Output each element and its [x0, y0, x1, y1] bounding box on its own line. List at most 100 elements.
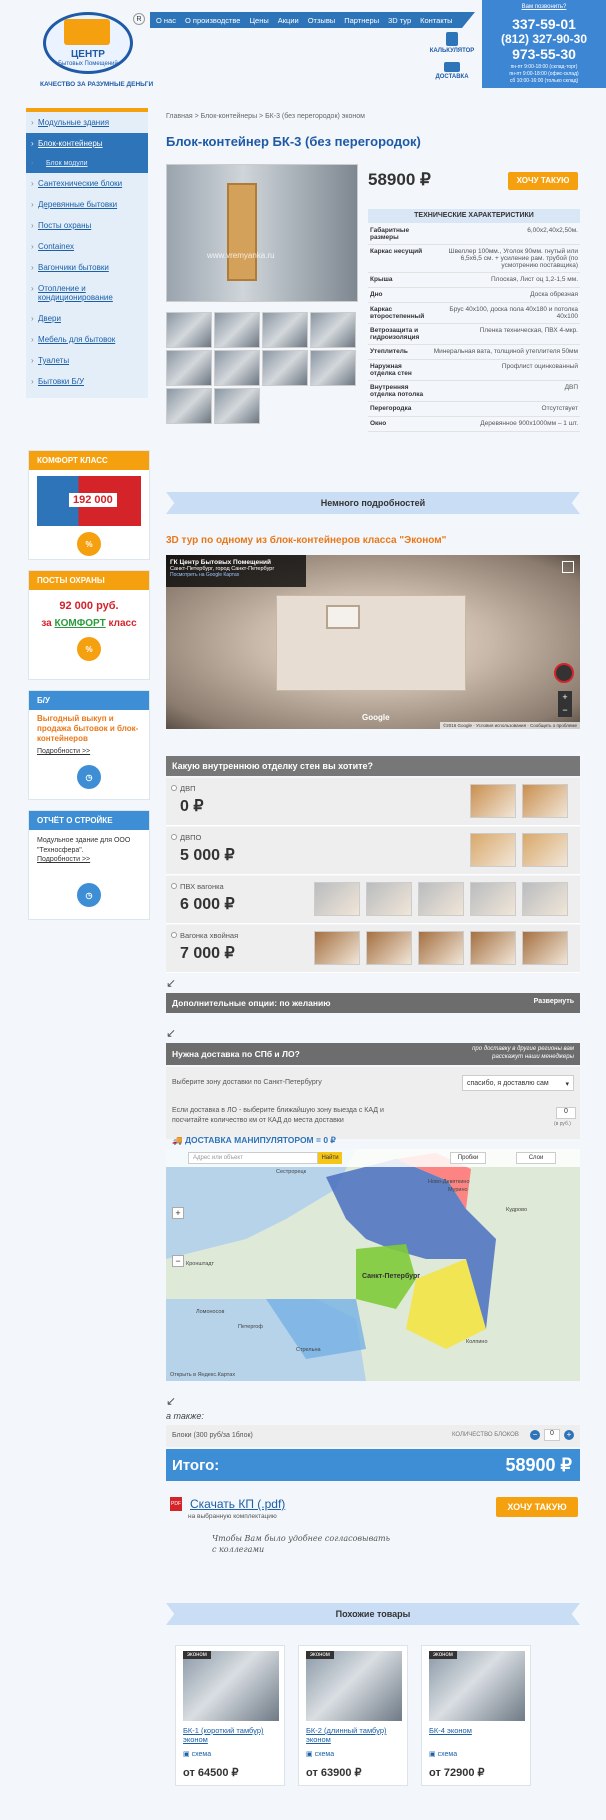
map-layers-button[interactable]: Слои	[516, 1152, 556, 1164]
sidebar-item[interactable]: Блок модули	[26, 154, 148, 173]
phone-2[interactable]: (812) 327-90-30	[482, 32, 606, 46]
radio-button[interactable]	[171, 883, 177, 889]
nav-about[interactable]: О нас	[156, 16, 176, 25]
phone-3[interactable]: 973-55-30	[482, 46, 606, 62]
similar-product-name[interactable]: БК-1 (короткий тамбур) эконом	[183, 1726, 283, 1744]
compass-icon[interactable]	[554, 663, 574, 683]
finish-swatch[interactable]	[522, 833, 568, 867]
minus-button[interactable]: −	[530, 1430, 540, 1440]
nav-production[interactable]: О производстве	[185, 16, 241, 25]
sidebar-item[interactable]: Containex	[26, 236, 148, 257]
finish-swatch[interactable]	[418, 882, 464, 916]
nav-partners[interactable]: Партнеры	[344, 16, 379, 25]
finish-swatch[interactable]	[522, 784, 568, 818]
calculator-link[interactable]: КАЛЬКУЛЯТОР	[428, 32, 476, 54]
product-thumbnail[interactable]	[310, 350, 356, 386]
nav-contacts[interactable]: Контакты	[420, 16, 452, 25]
map-zoom-out[interactable]: −	[172, 1255, 184, 1267]
similar-product-image[interactable]	[306, 1651, 402, 1721]
nav-promos[interactable]: Акции	[278, 16, 299, 25]
finish-option[interactable]: ДВПО 5 000 ₽	[166, 827, 580, 875]
finish-swatch[interactable]	[522, 931, 568, 965]
panorama-viewer[interactable]: ГК Центр Бытовых Помещений Санкт-Петербу…	[166, 555, 580, 729]
extra-options-bar[interactable]: Дополнительные опции: по желанию Разверн…	[166, 993, 580, 1013]
product-thumbnail[interactable]	[166, 350, 212, 386]
scheme-link[interactable]: ▣ схема	[306, 1750, 334, 1758]
similar-product-image[interactable]	[183, 1651, 279, 1721]
finish-swatch[interactable]	[418, 931, 464, 965]
place-card[interactable]: ГК Центр Бытовых Помещений Санкт-Петербу…	[166, 555, 306, 587]
sidebar-item[interactable]: Мебель для бытовок	[26, 329, 148, 350]
product-thumbnail[interactable]	[214, 350, 260, 386]
similar-product[interactable]: эконом БК-2 (длинный тамбур) эконом ▣ схем…	[298, 1645, 408, 1786]
download-link[interactable]: Скачать КП (.pdf)	[190, 1497, 285, 1511]
map-find-button[interactable]: Найти	[318, 1152, 342, 1164]
zoom-controls[interactable]: + −	[558, 691, 572, 717]
nav-3d-tour[interactable]: 3D тур	[388, 16, 411, 25]
similar-product-name[interactable]: БК-2 (длинный тамбур) эконом	[306, 1726, 406, 1744]
phone-1[interactable]: 337-59-01	[482, 16, 606, 32]
count-input[interactable]: 0	[544, 1429, 560, 1441]
plus-button[interactable]: +	[564, 1430, 574, 1440]
radio-button[interactable]	[171, 785, 177, 791]
delivery-map[interactable]: Адрес или объект Найти Пробки Слои + − С…	[166, 1149, 580, 1381]
sidebar-item[interactable]: Отопление и кондиционирование	[26, 278, 148, 308]
place-link[interactable]: Посмотреть на Google Картах	[170, 572, 302, 578]
finish-swatch[interactable]	[314, 931, 360, 965]
radio-button[interactable]	[171, 834, 177, 840]
product-thumbnail[interactable]	[262, 350, 308, 386]
map-open-link[interactable]: Открыть в Яндекс.Картах	[170, 1372, 235, 1378]
sidebar-item[interactable]: Модульные здания	[26, 112, 148, 133]
sidebar-item[interactable]: Деревянные бытовки	[26, 194, 148, 215]
sidebar-item[interactable]: Блок-контейнеры	[26, 133, 148, 154]
finish-swatch[interactable]	[470, 931, 516, 965]
scheme-link[interactable]: ▣ схема	[429, 1750, 457, 1758]
map-traffic-button[interactable]: Пробки	[450, 1152, 486, 1164]
finish-option[interactable]: ПВХ вагонка 6 000 ₽	[166, 876, 580, 924]
product-thumbnail[interactable]	[214, 312, 260, 348]
promo-posts[interactable]: ПОСТЫ ОХРАНЫ 92 000 руб. за КОМФОРТ клас…	[28, 570, 150, 680]
promo-bu-link[interactable]: Подробности >>	[29, 748, 149, 755]
map-search-input[interactable]: Адрес или объект	[188, 1152, 318, 1164]
breadcrumb[interactable]: Главная > Блок-контейнеры > БК-3 (без пе…	[166, 113, 365, 120]
similar-product-name[interactable]: БК-4 эконом	[429, 1726, 529, 1735]
sidebar-item[interactable]: Двери	[26, 308, 148, 329]
product-main-image[interactable]: www.vremyanka.ru	[166, 164, 358, 302]
promo-report[interactable]: ОТЧЁТ О СТРОЙКЕ Модульное здание для ООО…	[28, 810, 150, 920]
promo-bu[interactable]: Б/У Выгодный выкуп и продажа бытовок и б…	[28, 690, 150, 800]
buy-button-2[interactable]: ХОЧУ ТАКУЮ	[496, 1497, 578, 1517]
nav-reviews[interactable]: Отзывы	[308, 16, 335, 25]
finish-swatch[interactable]	[366, 931, 412, 965]
finish-swatch[interactable]	[522, 882, 568, 916]
callback-link[interactable]: Вам позвонить?	[482, 4, 606, 10]
similar-product[interactable]: эконом БК-4 эконом ▣ схема от 72900 ₽	[421, 1645, 531, 1786]
extra-toggle[interactable]: Развернуть	[534, 998, 574, 1005]
finish-option[interactable]: ДВП 0 ₽	[166, 778, 580, 826]
product-thumbnail[interactable]	[310, 312, 356, 348]
finish-swatch[interactable]	[366, 882, 412, 916]
finish-option[interactable]: Вагонка хвойная 7 000 ₽	[166, 925, 580, 973]
promo-comfort[interactable]: КОМФОРТ КЛАСС 192 000 %	[28, 450, 150, 560]
scheme-link[interactable]: ▣ схема	[183, 1750, 211, 1758]
delivery-link[interactable]: ДОСТАВКА	[428, 62, 476, 80]
similar-product-image[interactable]	[429, 1651, 525, 1721]
map-copyright[interactable]: ©2016 Google · Условия использования · С…	[439, 722, 580, 729]
promo-report-link[interactable]: Подробности >>	[29, 856, 149, 863]
sidebar-item[interactable]: Сантехнические блоки	[26, 173, 148, 194]
radio-button[interactable]	[171, 932, 177, 938]
product-thumbnail[interactable]	[214, 388, 260, 424]
product-thumbnail[interactable]	[166, 312, 212, 348]
buy-button[interactable]: ХОЧУ ТАКУЮ	[508, 172, 578, 190]
zone-select[interactable]: спасибо, я доставлю сам ▾	[462, 1075, 574, 1091]
sidebar-item[interactable]: Бытовки Б/У	[26, 371, 148, 392]
similar-product[interactable]: эконом БК-1 (короткий тамбур) эконом ▣ схе…	[175, 1645, 285, 1786]
finish-swatch[interactable]	[470, 784, 516, 818]
product-thumbnail[interactable]	[166, 388, 212, 424]
product-thumbnail[interactable]	[262, 312, 308, 348]
sidebar-item[interactable]: Посты охраны	[26, 215, 148, 236]
finish-swatch[interactable]	[470, 833, 516, 867]
fullscreen-icon[interactable]	[562, 561, 574, 573]
sidebar-item[interactable]: Туалеты	[26, 350, 148, 371]
km-input[interactable]: 0	[556, 1107, 576, 1119]
finish-swatch[interactable]	[314, 882, 360, 916]
